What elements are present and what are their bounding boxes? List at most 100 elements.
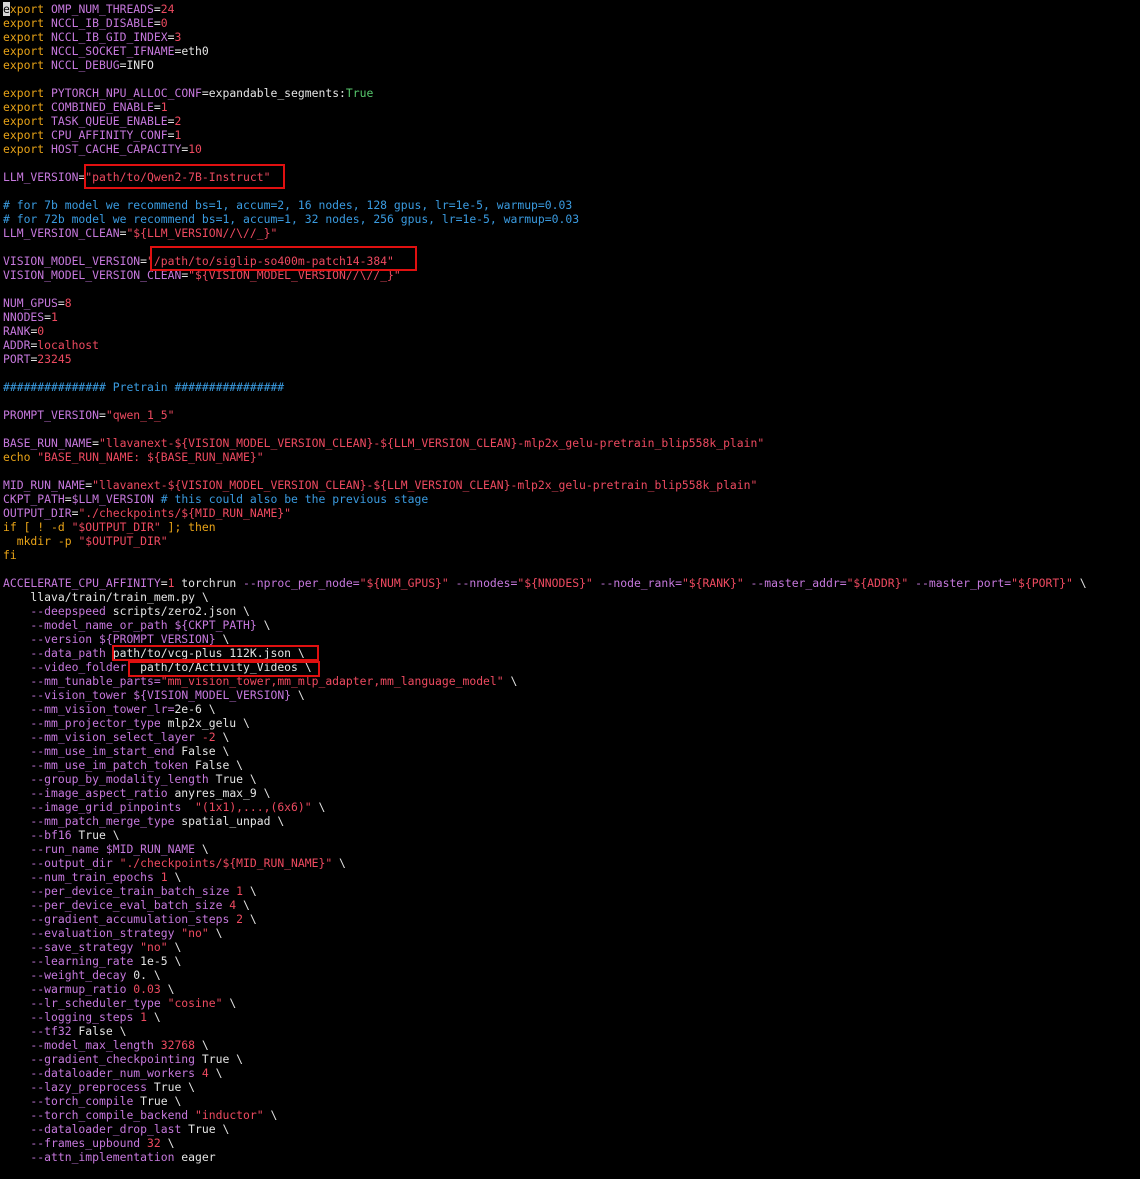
code-line[interactable]: --per_device_train_batch_size 1 \ <box>3 884 1087 898</box>
code-line[interactable]: --model_max_length 32768 \ <box>3 1038 1087 1052</box>
code-line[interactable]: PROMPT_VERSION="qwen_1_5" <box>3 408 1087 422</box>
code-token-flag: --dataloader_num_workers <box>3 1066 196 1080</box>
code-line[interactable]: --bf16 True \ <box>3 828 1087 842</box>
code-line[interactable]: --weight_decay 0. \ <box>3 968 1087 982</box>
code-line[interactable]: --lr_scheduler_type "cosine" \ <box>3 996 1087 1010</box>
code-line[interactable]: export NCCL_DEBUG=INFO <box>3 58 1087 72</box>
code-token-str: "${LLM_VERSION//\//_}" <box>126 226 278 240</box>
code-line[interactable]: export TASK_QUEUE_ENABLE=2 <box>3 114 1087 128</box>
code-line[interactable] <box>3 72 1087 86</box>
code-token-flag: --lazy_preprocess <box>3 1080 148 1094</box>
code-line[interactable]: --frames_upbound 32 \ <box>3 1136 1087 1150</box>
code-line[interactable]: VISION_MODEL_VERSION_CLEAN="${VISION_MOD… <box>3 268 1087 282</box>
script-editor[interactable]: export OMP_NUM_THREADS=24 export NCCL_IB_… <box>3 2 1087 1164</box>
code-line[interactable]: --image_aspect_ratio anyres_max_9 \ <box>3 786 1087 800</box>
code-token-str: localhost <box>37 338 100 352</box>
code-line[interactable]: LLM_VERSION="path/to/Qwen2-7B-Instruct" <box>3 170 1087 184</box>
code-line[interactable]: --evaluation_strategy "no" \ <box>3 926 1087 940</box>
code-line[interactable]: --gradient_checkpointing True \ <box>3 1052 1087 1066</box>
code-line[interactable]: ADDR=localhost <box>3 338 1087 352</box>
code-line[interactable] <box>3 240 1087 254</box>
code-line[interactable]: LLM_VERSION_CLEAN="${LLM_VERSION//\//_}" <box>3 226 1087 240</box>
code-line[interactable]: --attn_implementation eager <box>3 1150 1087 1164</box>
code-line[interactable]: export OMP_NUM_THREADS=24 <box>3 2 1087 16</box>
code-line[interactable]: echo "BASE_RUN_NAME: ${BASE_RUN_NAME}" <box>3 450 1087 464</box>
code-line[interactable]: --tf32 False \ <box>3 1024 1087 1038</box>
code-token-plain: \ <box>291 688 305 702</box>
code-line[interactable]: PORT=23245 <box>3 352 1087 366</box>
code-line[interactable]: --run_name $MID_RUN_NAME \ <box>3 842 1087 856</box>
code-line[interactable]: --warmup_ratio 0.03 \ <box>3 982 1087 996</box>
code-line[interactable]: --version ${PROMPT_VERSION} \ <box>3 632 1087 646</box>
code-line[interactable]: export NCCL_IB_DISABLE=0 <box>3 16 1087 30</box>
code-line[interactable]: --lazy_preprocess True \ <box>3 1080 1087 1094</box>
code-line[interactable]: --mm_patch_merge_type spatial_unpad \ <box>3 814 1087 828</box>
code-line[interactable]: ############### Pretrain ###############… <box>3 380 1087 394</box>
code-line[interactable]: --group_by_modality_length True \ <box>3 772 1087 786</box>
code-line[interactable]: --mm_vision_tower_lr=2e-6 \ <box>3 702 1087 716</box>
code-line[interactable]: export HOST_CACHE_CAPACITY=10 <box>3 142 1087 156</box>
code-line[interactable]: --torch_compile_backend "inductor" \ <box>3 1108 1087 1122</box>
code-line[interactable]: --per_device_eval_batch_size 4 \ <box>3 898 1087 912</box>
code-line[interactable]: --learning_rate 1e-5 \ <box>3 954 1087 968</box>
code-token-num: 1 <box>153 870 168 884</box>
code-line[interactable]: # for 7b model we recommend bs=1, accum=… <box>3 198 1087 212</box>
code-line[interactable]: export CPU_AFFINITY_CONF=1 <box>3 128 1087 142</box>
code-token-var: ADDR <box>3 338 31 352</box>
code-line[interactable]: if [ ! -d "$OUTPUT_DIR" ]; then <box>3 520 1087 534</box>
code-line[interactable]: VISION_MODEL_VERSION="/path/to/siglip-so… <box>3 254 1087 268</box>
code-line[interactable]: llava/train/train_mem.py \ <box>3 590 1087 604</box>
code-line[interactable] <box>3 562 1087 576</box>
code-line[interactable]: --output_dir "./checkpoints/${MID_RUN_NA… <box>3 856 1087 870</box>
code-line[interactable]: --mm_use_im_start_end False \ <box>3 744 1087 758</box>
code-line[interactable]: fi <box>3 548 1087 562</box>
code-line[interactable]: CKPT_PATH=$LLM_VERSION # this could also… <box>3 492 1087 506</box>
code-line[interactable]: # for 72b model we recommend bs=1, accum… <box>3 212 1087 226</box>
code-token-num: 4 <box>195 1066 209 1080</box>
code-line[interactable] <box>3 464 1087 478</box>
code-line[interactable]: MID_RUN_NAME="llavanext-${VISION_MODEL_V… <box>3 478 1087 492</box>
code-token-flag: --output_dir <box>3 856 113 870</box>
code-line[interactable]: NUM_GPUS=8 <box>3 296 1087 310</box>
code-line[interactable]: BASE_RUN_NAME="llavanext-${VISION_MODEL_… <box>3 436 1087 450</box>
code-line[interactable]: --dataloader_drop_last True \ <box>3 1122 1087 1136</box>
code-line[interactable]: export NCCL_IB_GID_INDEX=3 <box>3 30 1087 44</box>
code-line[interactable]: ACCELERATE_CPU_AFFINITY=1 torchrun --npr… <box>3 576 1087 590</box>
code-line[interactable]: --vision_tower ${VISION_MODEL_VERSION} \ <box>3 688 1087 702</box>
code-line[interactable]: --mm_vision_select_layer -2 \ <box>3 730 1087 744</box>
code-token-plain: \ <box>332 856 346 870</box>
code-token-com: ############### Pretrain ###############… <box>3 380 285 394</box>
code-line[interactable]: --video_folder path/to/Activity_Videos \ <box>3 660 1087 674</box>
code-line[interactable]: --num_train_epochs 1 \ <box>3 870 1087 884</box>
code-line[interactable]: --image_grid_pinpoints "(1x1),...,(6x6)"… <box>3 800 1087 814</box>
code-line[interactable] <box>3 156 1087 170</box>
code-line[interactable]: --mm_tunable_parts="mm_vision_tower,mm_m… <box>3 674 1087 688</box>
code-line[interactable]: OUTPUT_DIR="./checkpoints/${MID_RUN_NAME… <box>3 506 1087 520</box>
code-line[interactable] <box>3 366 1087 380</box>
code-line[interactable] <box>3 422 1087 436</box>
code-line[interactable]: --mm_projector_type mlp2x_gelu \ <box>3 716 1087 730</box>
code-line[interactable]: --deepspeed scripts/zero2.json \ <box>3 604 1087 618</box>
code-line[interactable]: --torch_compile True \ <box>3 1094 1087 1108</box>
code-line[interactable]: --mm_use_im_patch_token False \ <box>3 758 1087 772</box>
code-line[interactable] <box>3 184 1087 198</box>
code-token-plain: =eth0 <box>174 44 209 58</box>
code-line[interactable] <box>3 282 1087 296</box>
code-line[interactable]: --dataloader_num_workers 4 \ <box>3 1066 1087 1080</box>
code-line[interactable]: --logging_steps 1 \ <box>3 1010 1087 1024</box>
code-line[interactable]: NNODES=1 <box>3 310 1087 324</box>
code-token-num: 32 <box>140 1136 161 1150</box>
code-line[interactable]: --data_path path/to/vcg-plus_112K.json \ <box>3 646 1087 660</box>
code-line[interactable]: --save_strategy "no" \ <box>3 940 1087 954</box>
code-line[interactable]: RANK=0 <box>3 324 1087 338</box>
code-token-flag: --bf16 <box>3 828 72 842</box>
terminal-window[interactable]: export OMP_NUM_THREADS=24 export NCCL_IB_… <box>0 0 1140 1179</box>
code-line[interactable]: mkdir -p "$OUTPUT_DIR" <box>3 534 1087 548</box>
code-line[interactable]: export COMBINED_ENABLE=1 <box>3 100 1087 114</box>
code-line[interactable]: export PYTORCH_NPU_ALLOC_CONF=expandable… <box>3 86 1087 100</box>
code-line[interactable]: --model_name_or_path ${CKPT_PATH} \ <box>3 618 1087 632</box>
code-token-plain: = <box>99 408 106 422</box>
code-line[interactable]: export NCCL_SOCKET_IFNAME=eth0 <box>3 44 1087 58</box>
code-line[interactable]: --gradient_accumulation_steps 2 \ <box>3 912 1087 926</box>
code-line[interactable] <box>3 394 1087 408</box>
